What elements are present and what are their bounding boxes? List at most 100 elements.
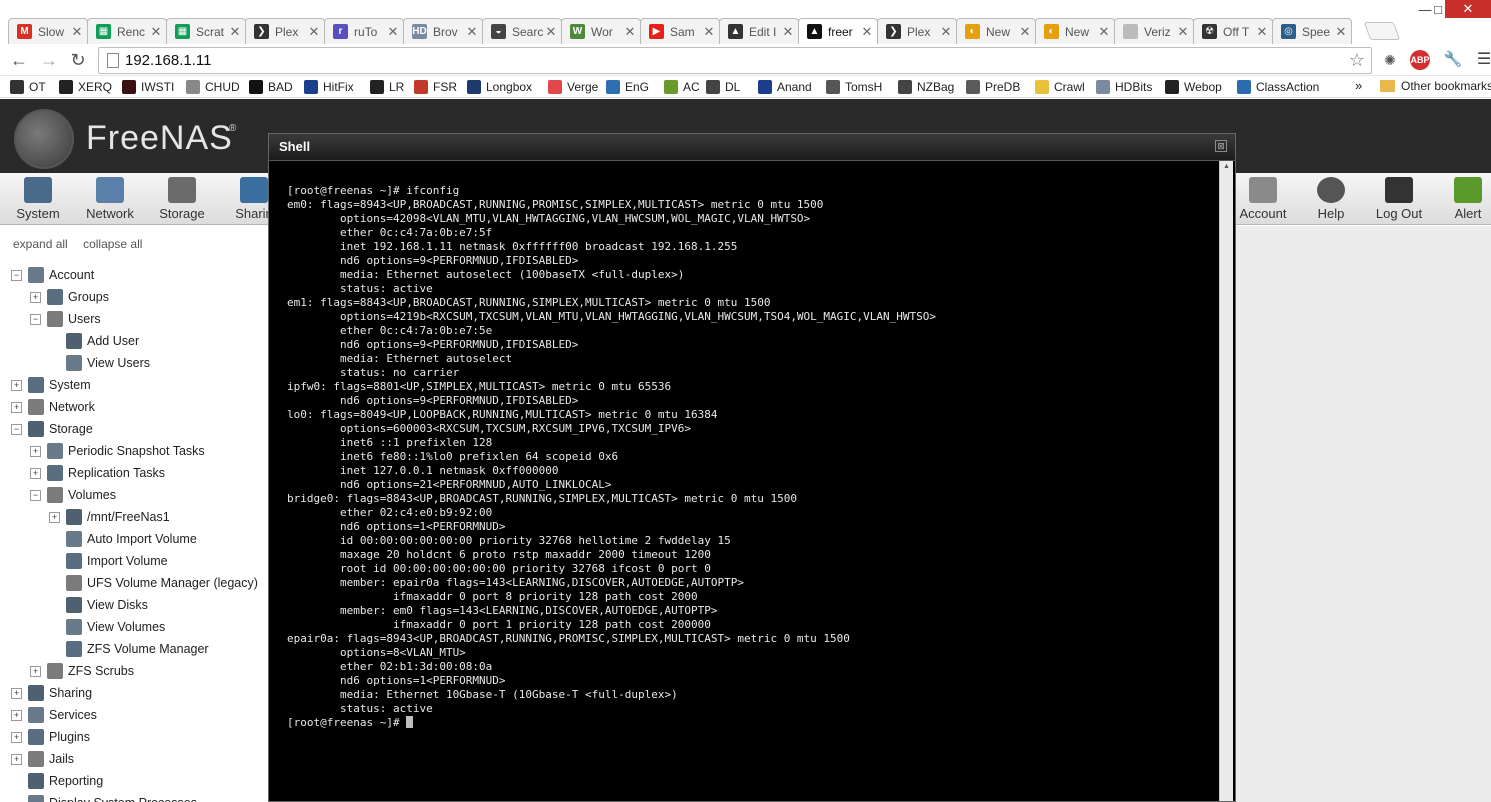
window-close-button[interactable]: ✕ <box>1445 0 1491 18</box>
collapse-all-link[interactable]: collapse all <box>83 237 142 251</box>
tab-close-icon[interactable]: ✕ <box>1177 24 1189 40</box>
bookmark-bad[interactable]: BAD <box>249 79 293 95</box>
bookmark-tomsh[interactable]: TomsH <box>826 79 882 95</box>
forward-arrow-icon[interactable]: → <box>38 49 60 71</box>
tab-close-icon[interactable]: ✕ <box>624 24 636 40</box>
tab-close-icon[interactable]: ✕ <box>229 24 241 40</box>
tab-close-icon[interactable]: ✕ <box>1335 24 1347 40</box>
tab-close-icon[interactable]: ✕ <box>150 24 162 40</box>
tree-item-add-user[interactable]: Add User <box>49 330 139 352</box>
tree-item-periodic-snapshot-tasks[interactable]: + Periodic Snapshot Tasks <box>30 440 205 462</box>
tab[interactable]: ◒ Searc ✕ <box>482 18 562 44</box>
bookmark-anand[interactable]: Anand <box>758 79 812 95</box>
tab-close-icon[interactable]: ✕ <box>387 24 399 40</box>
tree-item-jails[interactable]: + Jails <box>11 748 74 770</box>
tab[interactable]: ❯ Plex ✕ <box>877 18 957 44</box>
tree-item-storage[interactable]: − Storage <box>11 418 93 440</box>
tab-close-icon[interactable]: ✕ <box>703 24 715 40</box>
bookmark-ot[interactable]: OT <box>10 79 46 95</box>
tab-close-icon[interactable]: ✕ <box>545 24 557 40</box>
expand-icon[interactable]: + <box>30 665 41 677</box>
tab[interactable]: Veriz ✕ <box>1114 18 1194 44</box>
expand-icon[interactable]: + <box>11 709 22 721</box>
tree-item-network[interactable]: + Network <box>11 396 95 418</box>
extension-scissors-icon[interactable]: ✺ <box>1380 50 1400 70</box>
tree-item-view-disks[interactable]: View Disks <box>49 594 148 616</box>
bookmark-eng[interactable]: EnG <box>606 79 649 95</box>
tab[interactable]: ▲ Edit I ✕ <box>719 18 799 44</box>
tab[interactable]: ▦ Renc ✕ <box>87 18 167 44</box>
tab[interactable]: ❯ Plex ✕ <box>245 18 325 44</box>
bookmark-verge[interactable]: Verge <box>548 79 598 95</box>
shell-scrollbar[interactable]: ▲ <box>1219 161 1233 801</box>
collapse-icon[interactable]: − <box>30 489 41 501</box>
tab-close-icon[interactable]: ✕ <box>1256 24 1268 40</box>
bookmark-xerq[interactable]: XERQ <box>59 79 112 95</box>
tab[interactable]: W Wor ✕ <box>561 18 641 44</box>
address-bar[interactable]: 192.168.1.11 ☆ <box>98 47 1372 74</box>
tree-item-mnt-freenas1[interactable]: + /mnt/FreeNas1 <box>49 506 170 528</box>
bookmark-nzbag[interactable]: NZBag <box>898 79 954 95</box>
tab[interactable]: ◐ New ✕ <box>956 18 1036 44</box>
tab[interactable]: ▦ Scrat ✕ <box>166 18 246 44</box>
address-url[interactable]: 192.168.1.11 <box>125 52 211 69</box>
tab-close-icon[interactable]: ✕ <box>1019 24 1031 40</box>
nav-account[interactable]: Account <box>1228 177 1298 221</box>
tab-close-icon[interactable]: ✕ <box>71 24 83 40</box>
tab-close-icon[interactable]: ✕ <box>308 24 320 40</box>
bookmark-ac[interactable]: AC <box>664 79 700 95</box>
tree-item-groups[interactable]: + Groups <box>30 286 109 308</box>
tab-close-icon[interactable]: ✕ <box>782 24 794 40</box>
tree-item-view-users[interactable]: View Users <box>49 352 150 374</box>
bookmark-predb[interactable]: PreDB <box>966 79 1020 95</box>
nav-system[interactable]: System <box>3 177 73 221</box>
bookmark-star-icon[interactable]: ☆ <box>1349 50 1365 71</box>
collapse-icon[interactable]: − <box>11 269 22 281</box>
tree-item-system[interactable]: + System <box>11 374 91 396</box>
tab[interactable]: r ruTo ✕ <box>324 18 404 44</box>
bookmark-classaction[interactable]: ClassAction <box>1237 79 1319 95</box>
tab[interactable]: ◐ New ✕ <box>1035 18 1115 44</box>
expand-icon[interactable]: + <box>11 687 22 699</box>
tree-item-services[interactable]: + Services <box>11 704 97 726</box>
tab[interactable]: ▶ Sam ✕ <box>640 18 720 44</box>
collapse-icon[interactable]: − <box>11 423 22 435</box>
bookmark-iwsti[interactable]: IWSTI <box>122 79 174 95</box>
tree-item-import-volume[interactable]: Import Volume <box>49 550 168 572</box>
tree-item-account[interactable]: − Account <box>11 264 94 286</box>
tree-item-view-volumes[interactable]: View Volumes <box>49 616 165 638</box>
nav-alert[interactable]: Alert <box>1433 177 1491 221</box>
shell-titlebar[interactable]: Shell ⊠ <box>269 134 1235 161</box>
tree-item-plugins[interactable]: + Plugins <box>11 726 90 748</box>
tab-close-icon[interactable]: ✕ <box>1098 24 1110 40</box>
tab[interactable]: HD Brov ✕ <box>403 18 483 44</box>
nav-network[interactable]: Network <box>75 177 145 221</box>
window-maximize-button[interactable]: □ <box>1430 0 1446 18</box>
close-icon[interactable]: ⊠ <box>1215 140 1227 152</box>
scroll-up-icon[interactable]: ▲ <box>1220 163 1233 175</box>
tab[interactable]: ☢ Off T ✕ <box>1193 18 1273 44</box>
collapse-icon[interactable]: − <box>30 313 41 325</box>
bookmark-dl[interactable]: DL <box>706 79 740 95</box>
bookmark-fsr[interactable]: FSR <box>414 79 457 95</box>
bookmark-lr[interactable]: LR <box>370 79 404 95</box>
expand-icon[interactable]: + <box>11 379 22 391</box>
new-tab-button[interactable] <box>1363 22 1401 40</box>
bookmarks-overflow-button[interactable]: » <box>1355 78 1362 93</box>
expand-icon[interactable]: + <box>11 401 22 413</box>
bookmark-hdbits[interactable]: HDBits <box>1096 79 1152 95</box>
menu-icon[interactable]: ☰ <box>1474 50 1491 70</box>
bookmark-longbox[interactable]: Longbox <box>467 79 532 95</box>
tab[interactable]: M Slow ✕ <box>8 18 88 44</box>
adblock-icon[interactable]: ABP <box>1410 50 1430 70</box>
terminal-prompt-line[interactable]: [root@freenas ~]# <box>287 716 1207 730</box>
tree-item-volumes[interactable]: − Volumes <box>30 484 116 506</box>
nav-storage[interactable]: Storage <box>147 177 217 221</box>
tab-close-icon[interactable]: ✕ <box>466 24 478 40</box>
bookmark-hitfix[interactable]: HitFix <box>304 79 354 95</box>
tree-item-auto-import-volume[interactable]: Auto Import Volume <box>49 528 197 550</box>
tree-item-sharing[interactable]: + Sharing <box>11 682 92 704</box>
expand-icon[interactable]: + <box>30 445 41 457</box>
expand-icon[interactable]: + <box>49 511 60 523</box>
tab[interactable]: ◎ Spee ✕ <box>1272 18 1352 44</box>
